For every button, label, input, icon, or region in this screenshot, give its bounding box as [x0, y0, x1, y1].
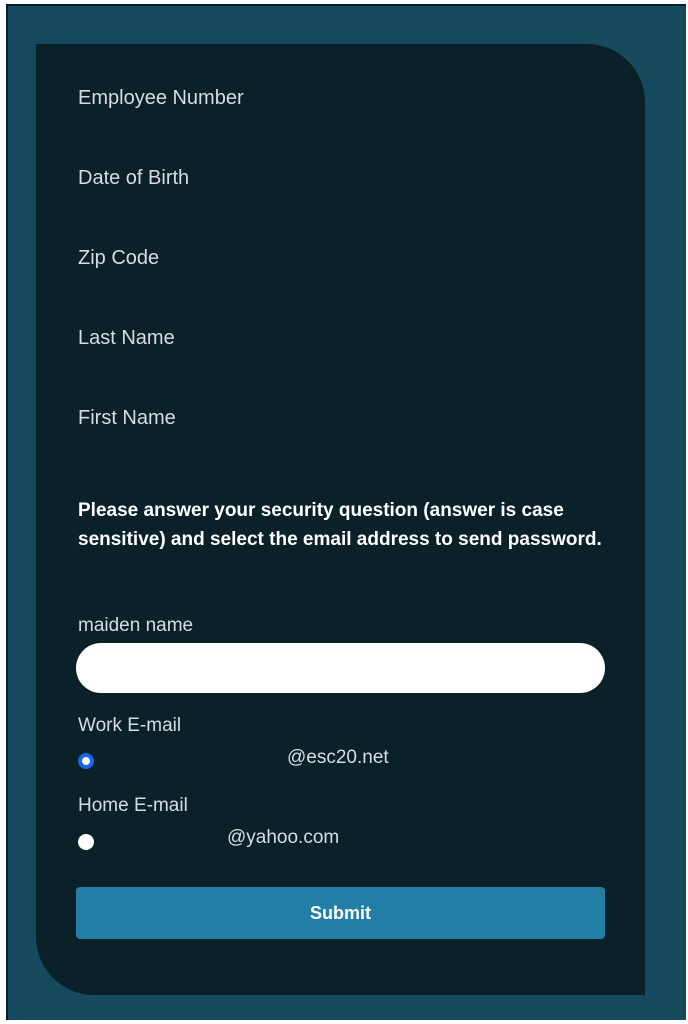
- last-name-label: Last Name: [78, 327, 175, 349]
- submit-button[interactable]: Submit: [76, 887, 605, 939]
- home-email-address: @yahoo.com: [227, 827, 340, 848]
- work-email-label: Work E-mail: [78, 715, 182, 736]
- work-email-radio[interactable]: [78, 753, 94, 769]
- home-email-label: Home E-mail: [78, 795, 188, 816]
- employee-number-label: Employee Number: [78, 87, 244, 109]
- zip-code-label: Zip Code: [78, 247, 160, 269]
- first-name-label: First Name: [78, 407, 176, 429]
- work-email-address: @esc20.net: [287, 747, 389, 768]
- security-instructions: Please answer your security question (an…: [78, 500, 602, 550]
- security-answer-input[interactable]: [76, 643, 605, 693]
- security-question-label: maiden name: [78, 615, 194, 636]
- date-of-birth-label: Date of Birth: [78, 167, 190, 189]
- home-email-radio[interactable]: [78, 834, 94, 850]
